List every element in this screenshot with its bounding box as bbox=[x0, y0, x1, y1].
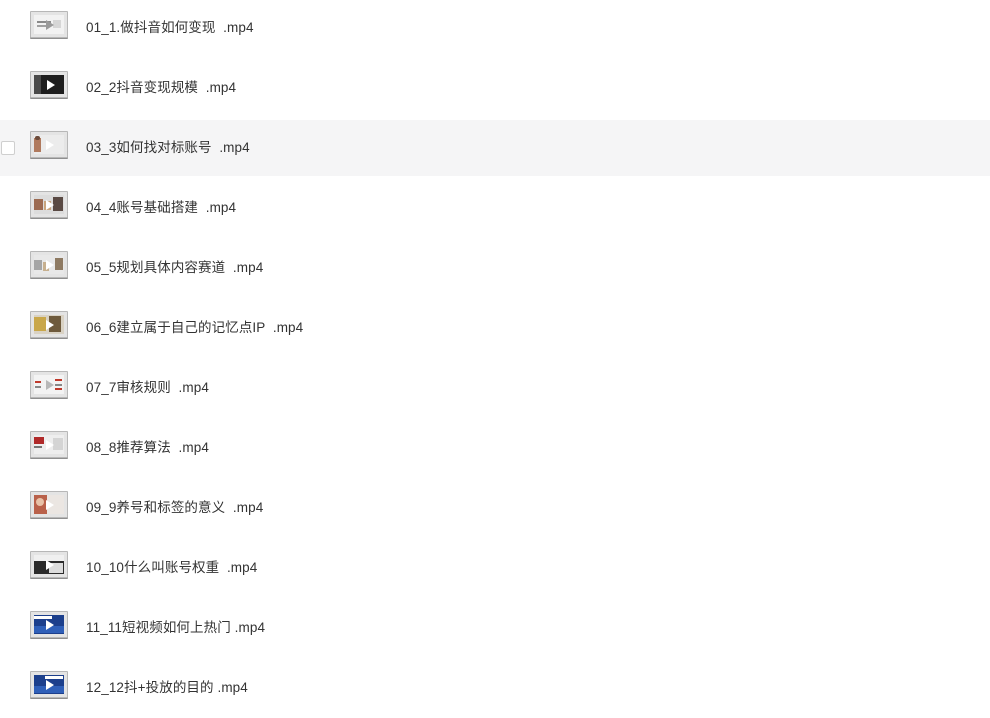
file-name[interactable]: 09_9养号和标签的意义 .mp4 bbox=[86, 499, 263, 516]
file-row[interactable]: 12_12抖+投放的目的 .mp4 bbox=[0, 660, 990, 716]
file-row[interactable]: 01_1.做抖音如何变现 .mp4 bbox=[0, 0, 990, 56]
video-thumbnail-icon bbox=[30, 71, 68, 98]
file-name[interactable]: 12_12抖+投放的目的 .mp4 bbox=[86, 679, 248, 696]
file-name[interactable]: 04_4账号基础搭建 .mp4 bbox=[86, 199, 236, 216]
file-row[interactable]: 09_9养号和标签的意义 .mp4 bbox=[0, 480, 990, 536]
file-name[interactable]: 08_8推荐算法 .mp4 bbox=[86, 439, 209, 456]
video-thumbnail-icon bbox=[30, 11, 68, 38]
file-name[interactable]: 11_11短视频如何上热门 .mp4 bbox=[86, 619, 265, 636]
video-thumbnail-icon bbox=[30, 311, 68, 338]
file-row[interactable]: 05_5规划具体内容赛道 .mp4 bbox=[0, 240, 990, 296]
video-thumbnail-icon bbox=[30, 371, 68, 398]
video-thumbnail-icon bbox=[30, 191, 68, 218]
video-thumbnail-icon bbox=[30, 431, 68, 458]
file-row[interactable]: 11_11短视频如何上热门 .mp4 bbox=[0, 600, 990, 656]
file-name[interactable]: 07_7审核规则 .mp4 bbox=[86, 379, 209, 396]
video-thumbnail-icon bbox=[30, 251, 68, 278]
video-thumbnail-icon bbox=[30, 131, 68, 158]
video-thumbnail-icon bbox=[30, 551, 68, 578]
video-thumbnail-icon bbox=[30, 491, 68, 518]
file-name[interactable]: 02_2抖音变现规模 .mp4 bbox=[86, 79, 236, 96]
file-row[interactable]: 07_7审核规则 .mp4 bbox=[0, 360, 990, 416]
video-thumbnail-icon bbox=[30, 611, 68, 638]
file-name[interactable]: 03_3如何找对标账号 .mp4 bbox=[86, 139, 250, 156]
file-row[interactable]: 03_3如何找对标账号 .mp4 bbox=[0, 120, 990, 176]
file-name[interactable]: 05_5规划具体内容赛道 .mp4 bbox=[86, 259, 263, 276]
file-name[interactable]: 01_1.做抖音如何变现 .mp4 bbox=[86, 19, 254, 36]
row-checkbox[interactable] bbox=[1, 141, 15, 155]
file-row[interactable]: 02_2抖音变现规模 .mp4 bbox=[0, 60, 990, 116]
file-row[interactable]: 04_4账号基础搭建 .mp4 bbox=[0, 180, 990, 236]
file-list: 01_1.做抖音如何变现 .mp4 02_2抖音变现规模 .mp4 03_3如何… bbox=[0, 0, 990, 716]
video-thumbnail-icon bbox=[30, 671, 68, 698]
file-name[interactable]: 10_10什么叫账号权重 .mp4 bbox=[86, 559, 257, 576]
file-name[interactable]: 06_6建立属于自己的记忆点IP .mp4 bbox=[86, 319, 303, 336]
file-row[interactable]: 10_10什么叫账号权重 .mp4 bbox=[0, 540, 990, 596]
file-row[interactable]: 08_8推荐算法 .mp4 bbox=[0, 420, 990, 476]
file-row[interactable]: 06_6建立属于自己的记忆点IP .mp4 bbox=[0, 300, 990, 356]
